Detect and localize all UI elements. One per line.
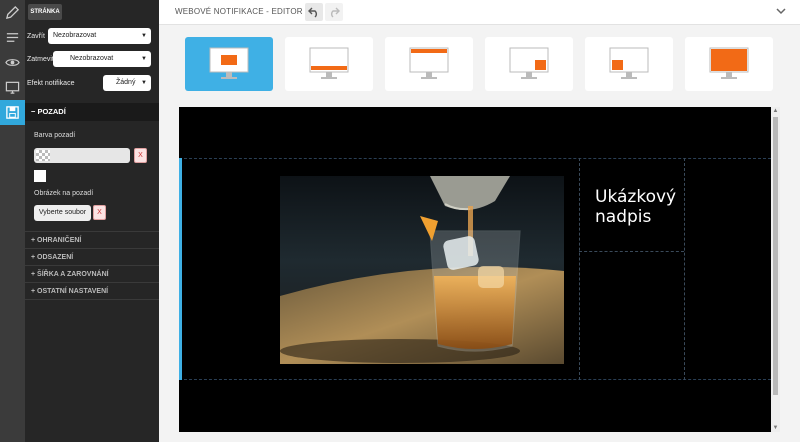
heading-line-2: nadpis [595,207,652,227]
column-divider [579,158,580,380]
layout-option-fullscreen[interactable] [685,37,773,91]
scrollbar-thumb[interactable] [773,117,778,395]
clear-image-button[interactable]: X [93,205,106,220]
layout-option-bottom-bar[interactable] [285,37,373,91]
layout-option-top-bar[interactable] [385,37,473,91]
scroll-down-arrow-icon[interactable]: ▼ [771,424,780,432]
monitor-layout-icon [609,47,649,79]
section-border[interactable]: + OHRANIČENÍ [25,231,159,249]
scroll-up-arrow-icon[interactable]: ▲ [771,107,780,115]
close-label: Zavřít [27,33,45,40]
editor-app: STRÁNKA Zavřít Nezobrazovat ▼ Zatmevit Ne… [0,0,800,442]
icon-rail [0,0,25,442]
bg-color-label: Barva pozadí [34,132,76,139]
monitor-layout-icon [209,47,249,79]
layout-option-center[interactable] [185,37,273,91]
heading-line-1: Ukázkový [595,187,677,207]
canvas-scrollbar[interactable]: ▲ ▼ [771,107,780,432]
choose-file-button[interactable]: Vyberte soubor [34,205,91,221]
text-lines-icon [6,33,19,42]
caret-down-icon: ▼ [141,56,147,62]
caret-down-icon: ▼ [141,80,147,86]
bg-checkbox[interactable] [34,170,46,182]
cell-divider [579,251,684,252]
caret-down-icon: ▼ [141,33,147,39]
sample-heading[interactable]: Ukázkový nadpis [595,187,676,227]
close-select-value: Nezobrazovat [53,32,97,39]
save-icon [6,106,19,119]
whisky-glass-photo [280,176,564,364]
effect-label: Efekt notifikace [27,80,75,87]
bg-color-field[interactable] [34,148,130,163]
top-bar: WEBOVÉ NOTIFIKACE - EDITOR [159,0,800,25]
properties-panel: STRÁNKA Zavřít Nezobrazovat ▼ Zatmevit Ne… [25,0,159,442]
redo-icon [331,7,340,18]
save-button[interactable] [0,100,25,125]
dim-select-value: Nezobrazovat [70,55,114,62]
section-background[interactable]: − POZADÍ [25,103,159,121]
bg-image-label: Obrázek na pozadí [34,190,94,197]
redo-button[interactable] [325,3,343,21]
undo-icon [308,7,317,18]
row-selection-marker [179,158,182,380]
eye-icon [5,59,20,66]
chevron-down-icon[interactable] [776,7,786,15]
effect-select[interactable]: Žádný ▼ [103,75,151,91]
undo-button[interactable] [305,3,323,21]
drink-image[interactable] [280,176,564,364]
text-tool-button[interactable] [0,25,25,50]
layout-option-bottom-right[interactable] [485,37,573,91]
preview-button[interactable] [0,50,25,75]
transparent-swatch [36,150,50,161]
edit-tool-button[interactable] [0,0,25,25]
monitor-layout-icon [409,47,449,79]
section-other-settings[interactable]: + OSTATNÍ NASTAVENÍ [25,282,159,300]
section-width-alignment[interactable]: + ŠÍŘKA A ZAROVNÁNÍ [25,265,159,283]
tab-page[interactable]: STRÁNKA [28,4,62,20]
preview-canvas[interactable]: Ukázkový nadpis [179,107,771,432]
monitor-layout-icon [309,47,349,79]
layout-option-bottom-left[interactable] [585,37,673,91]
effect-select-value: Žádný [116,79,136,86]
pencil-icon [5,5,20,20]
close-select[interactable]: Nezobrazovat ▼ [48,28,151,44]
monitor-layout-icon [509,47,549,79]
monitor-icon [5,81,20,94]
section-padding[interactable]: + ODSAZENÍ [25,248,159,266]
dim-label: Zatmevit [27,56,54,63]
monitor-layout-icon [709,47,749,79]
column-divider [684,158,685,380]
display-button[interactable] [0,75,25,100]
dim-select[interactable]: Nezobrazovat ▼ [53,51,151,67]
clear-color-button[interactable]: X [134,148,147,163]
page-title: WEBOVÉ NOTIFIKACE - EDITOR [175,7,303,16]
